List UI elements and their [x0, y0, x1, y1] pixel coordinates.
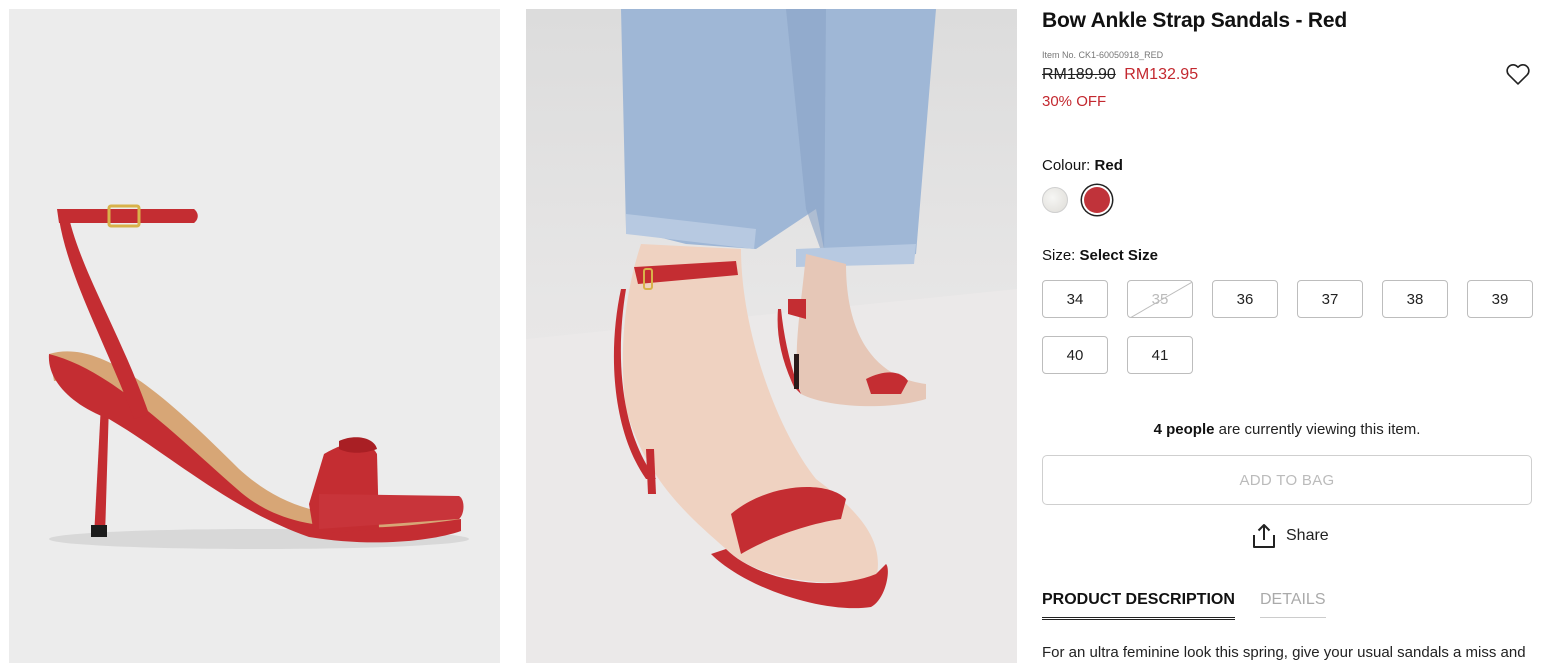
colour-selected: Red — [1094, 157, 1123, 174]
price-row: RM189.90 RM132.95 — [1042, 66, 1198, 84]
original-price: RM189.90 — [1042, 66, 1116, 83]
model-wearing-sandals-illustration — [526, 9, 1017, 663]
heart-icon — [1506, 63, 1530, 85]
size-selected: Select Size — [1079, 247, 1158, 264]
add-to-bag-button[interactable]: ADD TO BAG — [1042, 455, 1532, 505]
size-option-35-unavailable: 35 — [1127, 280, 1193, 318]
product-image-side[interactable] — [9, 9, 500, 663]
size-option-36[interactable]: 36 — [1212, 280, 1278, 318]
size-label: Size: Select Size — [1042, 247, 1158, 264]
product-description-text: For an ultra feminine look this spring, … — [1042, 644, 1526, 661]
item-number: Item No. CK1-60050918_RED — [1042, 50, 1164, 60]
share-button[interactable]: Share — [1250, 521, 1329, 551]
viewing-count: 4 people — [1153, 421, 1215, 438]
sandal-side-illustration — [48, 204, 469, 549]
share-upload-icon — [1253, 524, 1275, 548]
colour-label: Colour: Red — [1042, 157, 1123, 174]
share-label: Share — [1286, 527, 1329, 544]
viewing-count-notice: 4 people are currently viewing this item… — [1042, 421, 1532, 438]
colour-label-text: Colour: — [1042, 157, 1091, 174]
tab-product-description[interactable]: PRODUCT DESCRIPTION — [1042, 591, 1235, 620]
product-title: Bow Ankle Strap Sandals - Red — [1042, 9, 1347, 32]
size-option-37[interactable]: 37 — [1297, 280, 1363, 318]
tab-details[interactable]: DETAILS — [1260, 591, 1326, 618]
colour-swatch-white[interactable] — [1042, 187, 1068, 213]
size-label-text: Size: — [1042, 247, 1076, 264]
size-option-34[interactable]: 34 — [1042, 280, 1108, 318]
sale-price: RM132.95 — [1124, 66, 1199, 83]
product-image-model[interactable] — [526, 9, 1017, 663]
size-option-39[interactable]: 39 — [1467, 280, 1533, 318]
wishlist-button[interactable] — [1504, 60, 1532, 88]
size-option-38[interactable]: 38 — [1382, 280, 1448, 318]
discount-badge: 30% OFF — [1042, 93, 1107, 110]
size-option-41[interactable]: 41 — [1127, 336, 1193, 374]
viewing-suffix: are currently viewing this item. — [1218, 421, 1421, 438]
product-details-panel: Bow Ankle Strap Sandals - Red Item No. C… — [1042, 0, 1533, 670]
size-option-40[interactable]: 40 — [1042, 336, 1108, 374]
colour-swatch-red[interactable] — [1084, 187, 1110, 213]
